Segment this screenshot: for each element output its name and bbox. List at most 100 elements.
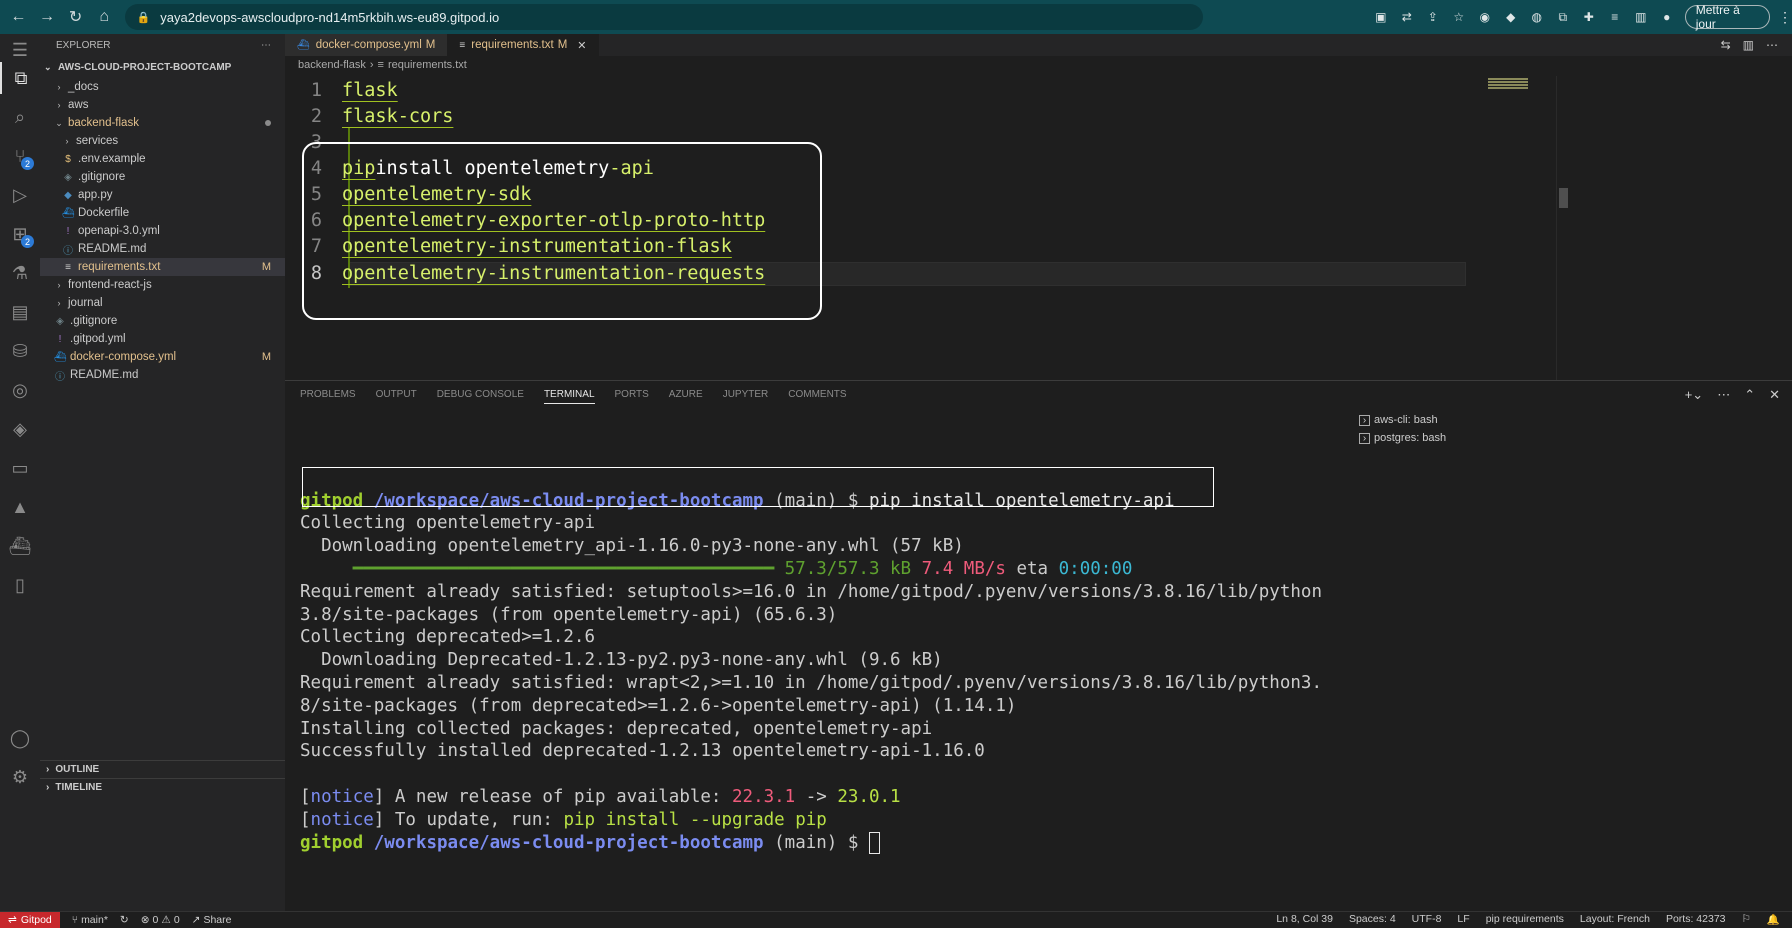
close-icon[interactable]: ✕	[577, 39, 586, 52]
terminal-item[interactable]: › aws-cli: bash	[1359, 411, 1446, 429]
new-terminal-icon[interactable]: +⌄	[1685, 387, 1703, 403]
translate-icon[interactable]: ⇄	[1399, 9, 1415, 25]
compare-changes-icon[interactable]: ⇆	[1721, 38, 1731, 52]
tab-problems[interactable]: PROBLEMS	[300, 389, 356, 404]
extension-b-icon[interactable]: ◆	[1503, 9, 1519, 25]
extension-a-icon[interactable]: ◉	[1477, 9, 1493, 25]
language-mode[interactable]: pip requirements	[1486, 913, 1564, 926]
indentation[interactable]: Spaces: 4	[1349, 913, 1396, 926]
workspace-root[interactable]: ⌄ AWS-CLOUD-PROJECT-BOOTCAMP	[40, 56, 285, 78]
scrollbar-thumb[interactable]	[1559, 188, 1568, 208]
azure-icon[interactable]: ▲	[0, 491, 40, 523]
tree-item-frontend[interactable]: › frontend-react-js	[40, 276, 285, 294]
breadcrumb-file[interactable]: requirements.txt	[388, 59, 467, 71]
browser-menu-icon[interactable]: ⋮	[1778, 9, 1792, 26]
terminal-icon[interactable]: ▭	[0, 452, 40, 484]
remote-indicator[interactable]: ⇌ Gitpod	[0, 911, 60, 928]
terminal-output[interactable]: gitpod /workspace/aws-cloud-project-boot…	[300, 431, 1322, 900]
tab-terminal[interactable]: TERMINAL	[543, 389, 595, 404]
tree-item-app-py[interactable]: ◆ app.py	[40, 186, 285, 204]
tree-item-requirements[interactable]: ≡ requirements.txt M	[40, 258, 285, 276]
breadcrumb-folder[interactable]: backend-flask	[298, 59, 366, 71]
tab-ports[interactable]: PORTS	[615, 389, 649, 404]
tree-item-docker-compose[interactable]: ⛴ docker-compose.yml M	[40, 348, 285, 366]
address-bar[interactable]: 🔒 yaya2devops-awscloudpro-nd14m5rkbih.ws…	[124, 4, 1203, 30]
notifications-bell-icon[interactable]: 🔔	[1767, 913, 1780, 926]
github-icon[interactable]: ◎	[0, 374, 40, 406]
extensions-puzzle-icon[interactable]: ✚	[1581, 9, 1597, 25]
tree-item-readme-root[interactable]: ⓘ README.md	[40, 366, 285, 384]
panel-more-icon[interactable]: ⋯	[1717, 387, 1730, 403]
source-control-icon[interactable]: ⑂ 2	[0, 140, 40, 172]
chevron-down-icon: ⌄	[44, 61, 52, 72]
tree-item-dockerfile[interactable]: ⛴ Dockerfile	[40, 204, 285, 222]
tree-item-env-example[interactable]: $ .env.example	[40, 150, 285, 168]
tab-output[interactable]: OUTPUT	[376, 389, 417, 404]
tree-item-openapi[interactable]: ! openapi-3.0.yml	[40, 222, 285, 240]
reload-icon[interactable]: ↻	[65, 6, 86, 28]
layers-icon[interactable]: ◈	[0, 413, 40, 445]
keyboard-layout[interactable]: Layout: French	[1580, 913, 1650, 926]
forward-icon[interactable]: →	[37, 6, 58, 28]
profile-avatar-icon[interactable]: ●	[1659, 9, 1675, 25]
share-button[interactable]: ↗ Share	[192, 914, 232, 926]
tab-requirements[interactable]: ≡ requirements.txt M ✕	[447, 34, 599, 56]
more-actions-icon[interactable]: ⋯	[1766, 38, 1778, 52]
explorer-title: EXPLORER	[56, 39, 111, 51]
tree-item-gitignore-root[interactable]: ◈ .gitignore	[40, 312, 285, 330]
back-icon[interactable]: ←	[8, 6, 29, 28]
extensions-icon[interactable]: ⊞ 2	[0, 218, 40, 250]
reading-list-icon[interactable]: ≡	[1607, 9, 1623, 25]
tab-jupyter[interactable]: JUPYTER	[723, 389, 769, 404]
update-button[interactable]: Mettre à jour	[1684, 3, 1770, 31]
notebook-icon[interactable]: ▯	[0, 569, 40, 601]
tab-comments[interactable]: COMMENTS	[788, 389, 846, 404]
explorer-more-icon[interactable]: ⋯	[261, 40, 271, 51]
code-editor[interactable]: 1 flask 2 flask-cors 3 4 pip install ope…	[285, 76, 1568, 380]
settings-gear-icon[interactable]: ⚙	[0, 761, 40, 793]
split-editor-icon[interactable]: ▥	[1743, 38, 1754, 52]
api-icon[interactable]: ▤	[0, 296, 40, 328]
tab-debug-console[interactable]: DEBUG CONSOLE	[437, 389, 524, 404]
sync-button[interactable]: ↻	[120, 914, 129, 926]
home-icon[interactable]: ⌂	[94, 6, 115, 28]
feedback-icon[interactable]: ⚐	[1742, 913, 1751, 926]
side-panel-icon[interactable]: ▥	[1633, 9, 1649, 25]
extension-d-icon[interactable]: ⧉	[1555, 9, 1571, 25]
docker-icon[interactable]: ⛴	[0, 530, 40, 562]
install-app-icon[interactable]: ▣	[1373, 9, 1389, 25]
testing-icon[interactable]: ⚗	[0, 257, 40, 289]
explorer-icon[interactable]: ⧉	[0, 62, 40, 94]
problems-indicator[interactable]: ⊗ 0 ⚠ 0	[141, 914, 180, 926]
cursor-position[interactable]: Ln 8, Col 39	[1276, 913, 1333, 926]
share-icon[interactable]: ⇪	[1425, 9, 1441, 25]
timeline-section[interactable]: › TIMELINE	[40, 778, 285, 796]
tree-item-readme-backend[interactable]: ⓘ README.md	[40, 240, 285, 258]
ports-indicator[interactable]: Ports: 42373	[1666, 913, 1726, 926]
outline-section[interactable]: › OUTLINE	[40, 760, 285, 778]
branch-indicator[interactable]: ⑂ main*	[72, 914, 108, 926]
terminal-item[interactable]: › postgres: bash	[1359, 429, 1446, 447]
tree-item-services[interactable]: › services	[40, 132, 285, 150]
bookmark-star-icon[interactable]: ☆	[1451, 9, 1467, 25]
tree-item-aws[interactable]: › aws	[40, 96, 285, 114]
account-icon[interactable]: ◯	[0, 722, 40, 754]
minimap[interactable]	[1488, 78, 1528, 94]
search-icon[interactable]: ⌕	[0, 101, 40, 133]
tab-docker-compose[interactable]: ⛴ docker-compose.yml M	[285, 34, 448, 56]
maximize-panel-icon[interactable]: ⌃	[1744, 387, 1755, 403]
tree-item-backend-flask[interactable]: ⌄ backend-flask	[40, 114, 285, 132]
run-debug-icon[interactable]: ▷	[0, 179, 40, 211]
end-of-line[interactable]: LF	[1457, 913, 1469, 926]
extension-c-icon[interactable]: ◍	[1529, 9, 1545, 25]
tree-item-journal[interactable]: › journal	[40, 294, 285, 312]
tree-item-docs[interactable]: › _docs	[40, 78, 285, 96]
editor-scrollbar[interactable]	[1556, 76, 1568, 380]
database-icon[interactable]: ⛁	[0, 335, 40, 367]
tab-azure[interactable]: AZURE	[669, 389, 703, 404]
close-panel-icon[interactable]: ✕	[1769, 387, 1780, 403]
annotation-box	[302, 467, 1214, 507]
tree-item-gitpod-yml[interactable]: ! .gitpod.yml	[40, 330, 285, 348]
tree-item-gitignore[interactable]: ◈ .gitignore	[40, 168, 285, 186]
encoding[interactable]: UTF-8	[1412, 913, 1442, 926]
